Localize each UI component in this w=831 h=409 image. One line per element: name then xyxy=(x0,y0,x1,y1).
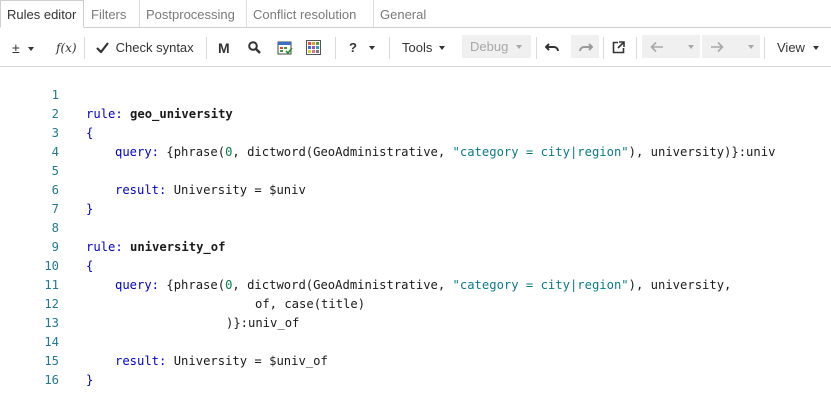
code-line: 2 { xyxy=(0,86,831,140)
code-line: 5 result: University = $univ xyxy=(0,143,831,197)
navigate-forward-button[interactable] xyxy=(702,35,760,58)
arrow-right-icon xyxy=(711,41,724,53)
toolbar-divider xyxy=(764,37,765,59)
tools-menu[interactable]: Tools xyxy=(402,38,446,58)
calendar-icon xyxy=(277,41,293,55)
check-syntax-button[interactable]: Check syntax xyxy=(96,38,194,58)
code-line: 13 xyxy=(0,295,831,330)
code-line: 4 xyxy=(0,124,831,159)
code-text: } xyxy=(86,373,94,387)
open-external-button[interactable] xyxy=(612,38,625,58)
calendar-button[interactable] xyxy=(277,38,293,58)
plus-minus-icon: ± xyxy=(12,40,20,56)
undo-icon xyxy=(544,43,559,52)
tab-conflict-resolution[interactable]: Conflict resolution xyxy=(247,0,374,27)
view-label: View xyxy=(777,40,805,55)
toolbar-divider xyxy=(536,37,537,59)
tab-bar: Rules editor Filters Postprocessing Conf… xyxy=(0,0,831,28)
code-line: 8 rule: university_of xyxy=(0,200,831,254)
toolbar-divider xyxy=(603,37,604,59)
search-button[interactable] xyxy=(248,38,261,58)
code-line: 15 } xyxy=(0,333,831,387)
arrow-left-icon xyxy=(650,41,663,53)
search-icon xyxy=(248,41,261,54)
tab-filters[interactable]: Filters xyxy=(85,0,140,27)
redo-button[interactable] xyxy=(571,35,599,58)
undo-button[interactable] xyxy=(544,38,561,58)
chevron-down-icon xyxy=(516,44,523,49)
help-icon: ? xyxy=(349,40,357,55)
line-number: 16 xyxy=(44,373,59,387)
toolbar-divider xyxy=(206,37,207,59)
tab-general[interactable]: General xyxy=(374,0,436,27)
chevron-down-icon xyxy=(27,46,34,51)
code-line: 1 rule: geo_university xyxy=(0,67,831,121)
code-line: 16 xyxy=(0,352,831,387)
code-line: 9 { xyxy=(0,219,831,273)
toolbar-divider xyxy=(636,37,637,59)
code-line: 7 xyxy=(0,181,831,216)
code-editor[interactable]: 1 rule: geo_university 2 { 3 query: {phr… xyxy=(0,67,831,387)
navigate-back-button[interactable] xyxy=(642,35,700,58)
view-menu[interactable]: View xyxy=(777,38,819,58)
toolbar-divider xyxy=(335,37,336,59)
debug-label: Debug xyxy=(470,39,509,54)
toolbar-divider xyxy=(389,37,390,59)
chevron-down-icon xyxy=(748,45,754,49)
chevron-down-icon xyxy=(439,45,446,50)
tab-rules-editor[interactable]: Rules editor xyxy=(0,0,84,28)
code-line: 14 result: University = $univ_of xyxy=(0,314,831,368)
checkmark-icon xyxy=(96,42,109,54)
m-button[interactable]: M xyxy=(218,38,230,58)
color-grid-button[interactable] xyxy=(306,38,321,58)
tools-label: Tools xyxy=(402,40,433,55)
insert-operator-button[interactable]: ± xyxy=(12,38,34,58)
code-line: 10 query: {phrase(0, dictword(GeoAdminis… xyxy=(0,238,831,292)
function-icon: f(x) xyxy=(56,41,77,55)
code-line: 3 query: {phrase(0, dictword(GeoAdminist… xyxy=(0,105,831,159)
tab-postprocessing[interactable]: Postprocessing xyxy=(140,0,247,27)
code-line: 6 } xyxy=(0,162,831,216)
chevron-down-icon xyxy=(688,45,694,49)
toolbar-divider xyxy=(84,37,85,59)
insert-function-button[interactable]: f(x) xyxy=(56,38,77,58)
code-line: 11 of, case(title) xyxy=(0,257,831,311)
toolbar: ± f(x) Check syntax M ? Tools Debug View xyxy=(0,28,831,67)
grid-icon xyxy=(306,40,321,55)
debug-menu[interactable]: Debug xyxy=(462,35,531,58)
code-line: 12 )}:univ_of xyxy=(0,276,831,330)
help-button[interactable]: ? xyxy=(349,38,375,58)
chevron-down-icon xyxy=(812,45,819,50)
redo-icon xyxy=(579,43,593,52)
external-link-icon xyxy=(612,41,625,54)
chevron-down-icon xyxy=(368,45,375,50)
check-syntax-label: Check syntax xyxy=(115,40,194,55)
